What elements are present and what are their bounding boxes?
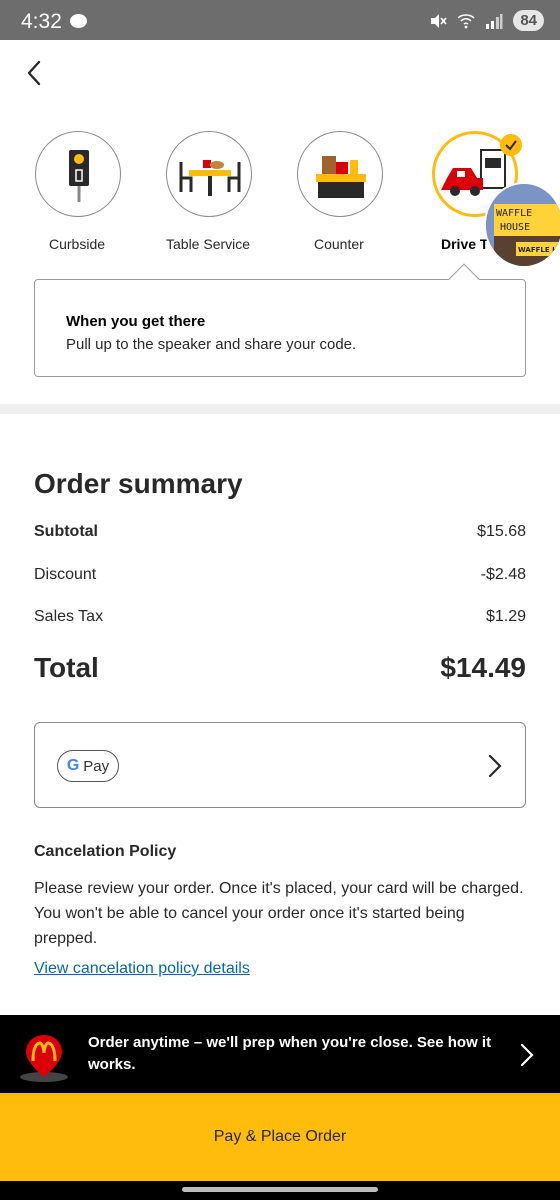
info-box: When you get there Pull up to the speake… — [34, 279, 526, 377]
home-indicator[interactable] — [182, 1187, 378, 1192]
signal-icon — [486, 13, 503, 29]
service-options: Curbside Table Service Counter Drive T — [0, 128, 560, 258]
total-label: Total — [34, 652, 99, 683]
sales-tax-label: Sales Tax — [34, 608, 104, 625]
sales-tax-row: Sales Tax $1.29 — [34, 608, 526, 626]
status-bar: 4:32 84 — [0, 0, 560, 40]
sticker-line2: HOUSE — [500, 222, 530, 233]
promo-text: Order anytime – we'll prep when you're c… — [88, 1034, 492, 1073]
counter-icon[interactable] — [297, 131, 383, 217]
subtotal-label: Subtotal — [34, 523, 98, 540]
battery-indicator: 84 — [513, 10, 544, 31]
mute-icon — [431, 13, 447, 28]
cancelation-policy-link[interactable]: View cancelation policy details — [34, 960, 250, 978]
wifi-icon — [457, 13, 475, 28]
chevron-right-icon — [488, 754, 502, 778]
info-title: When you get there — [66, 313, 206, 330]
total-row: Total $14.49 — [34, 652, 526, 684]
discount-value: -$2.48 — [480, 566, 526, 583]
payment-method-selector[interactable]: G Pay — [34, 722, 526, 808]
option-label-counter: Counter — [314, 236, 364, 252]
total-value: $14.49 — [440, 652, 526, 683]
selected-check-icon — [500, 134, 522, 156]
sticker-line3: WAFFLE H — [518, 246, 558, 254]
table-service-icon[interactable] — [166, 131, 252, 217]
sticker-line1: WAFFLE — [496, 208, 532, 219]
status-time: 4:32 — [21, 10, 62, 33]
section-divider — [0, 404, 560, 414]
google-g-icon: G — [66, 757, 80, 774]
sales-tax-value: $1.29 — [485, 608, 526, 625]
pay-place-order-button[interactable]: Pay & Place Order — [0, 1093, 560, 1181]
subtotal-row: Subtotal $15.68 — [34, 523, 526, 541]
info-text: Pull up to the speaker and share your co… — [66, 336, 357, 353]
waffle-house-sticker: WAFFLE HOUSE WAFFLE H — [484, 182, 560, 268]
order-summary-title: Order summary — [34, 468, 243, 499]
back-arrow-icon[interactable] — [20, 56, 50, 90]
status-icons: 84 — [429, 10, 544, 31]
subtotal-value: $15.68 — [477, 523, 526, 540]
discount-row: Discount -$2.48 — [34, 566, 526, 584]
option-label-table-service: Table Service — [166, 236, 251, 252]
option-label-curbside: Curbside — [49, 236, 106, 252]
cancelation-policy-title: Cancelation Policy — [34, 843, 177, 860]
cancelation-policy-text: Please review your order. Once it's plac… — [34, 880, 524, 947]
google-pay-label: Pay — [83, 757, 110, 775]
discount-label: Discount — [34, 566, 97, 583]
option-label-drive-thru: Drive T — [441, 236, 489, 252]
mcdonalds-location-pin-icon — [20, 1035, 68, 1082]
curbside-icon[interactable] — [35, 131, 121, 217]
message-notification-icon — [70, 14, 87, 28]
order-ahead-banner[interactable]: Order anytime – we'll prep when you're c… — [0, 1015, 560, 1093]
chevron-right-icon — [520, 1043, 534, 1067]
google-pay-badge: G Pay — [57, 750, 119, 782]
